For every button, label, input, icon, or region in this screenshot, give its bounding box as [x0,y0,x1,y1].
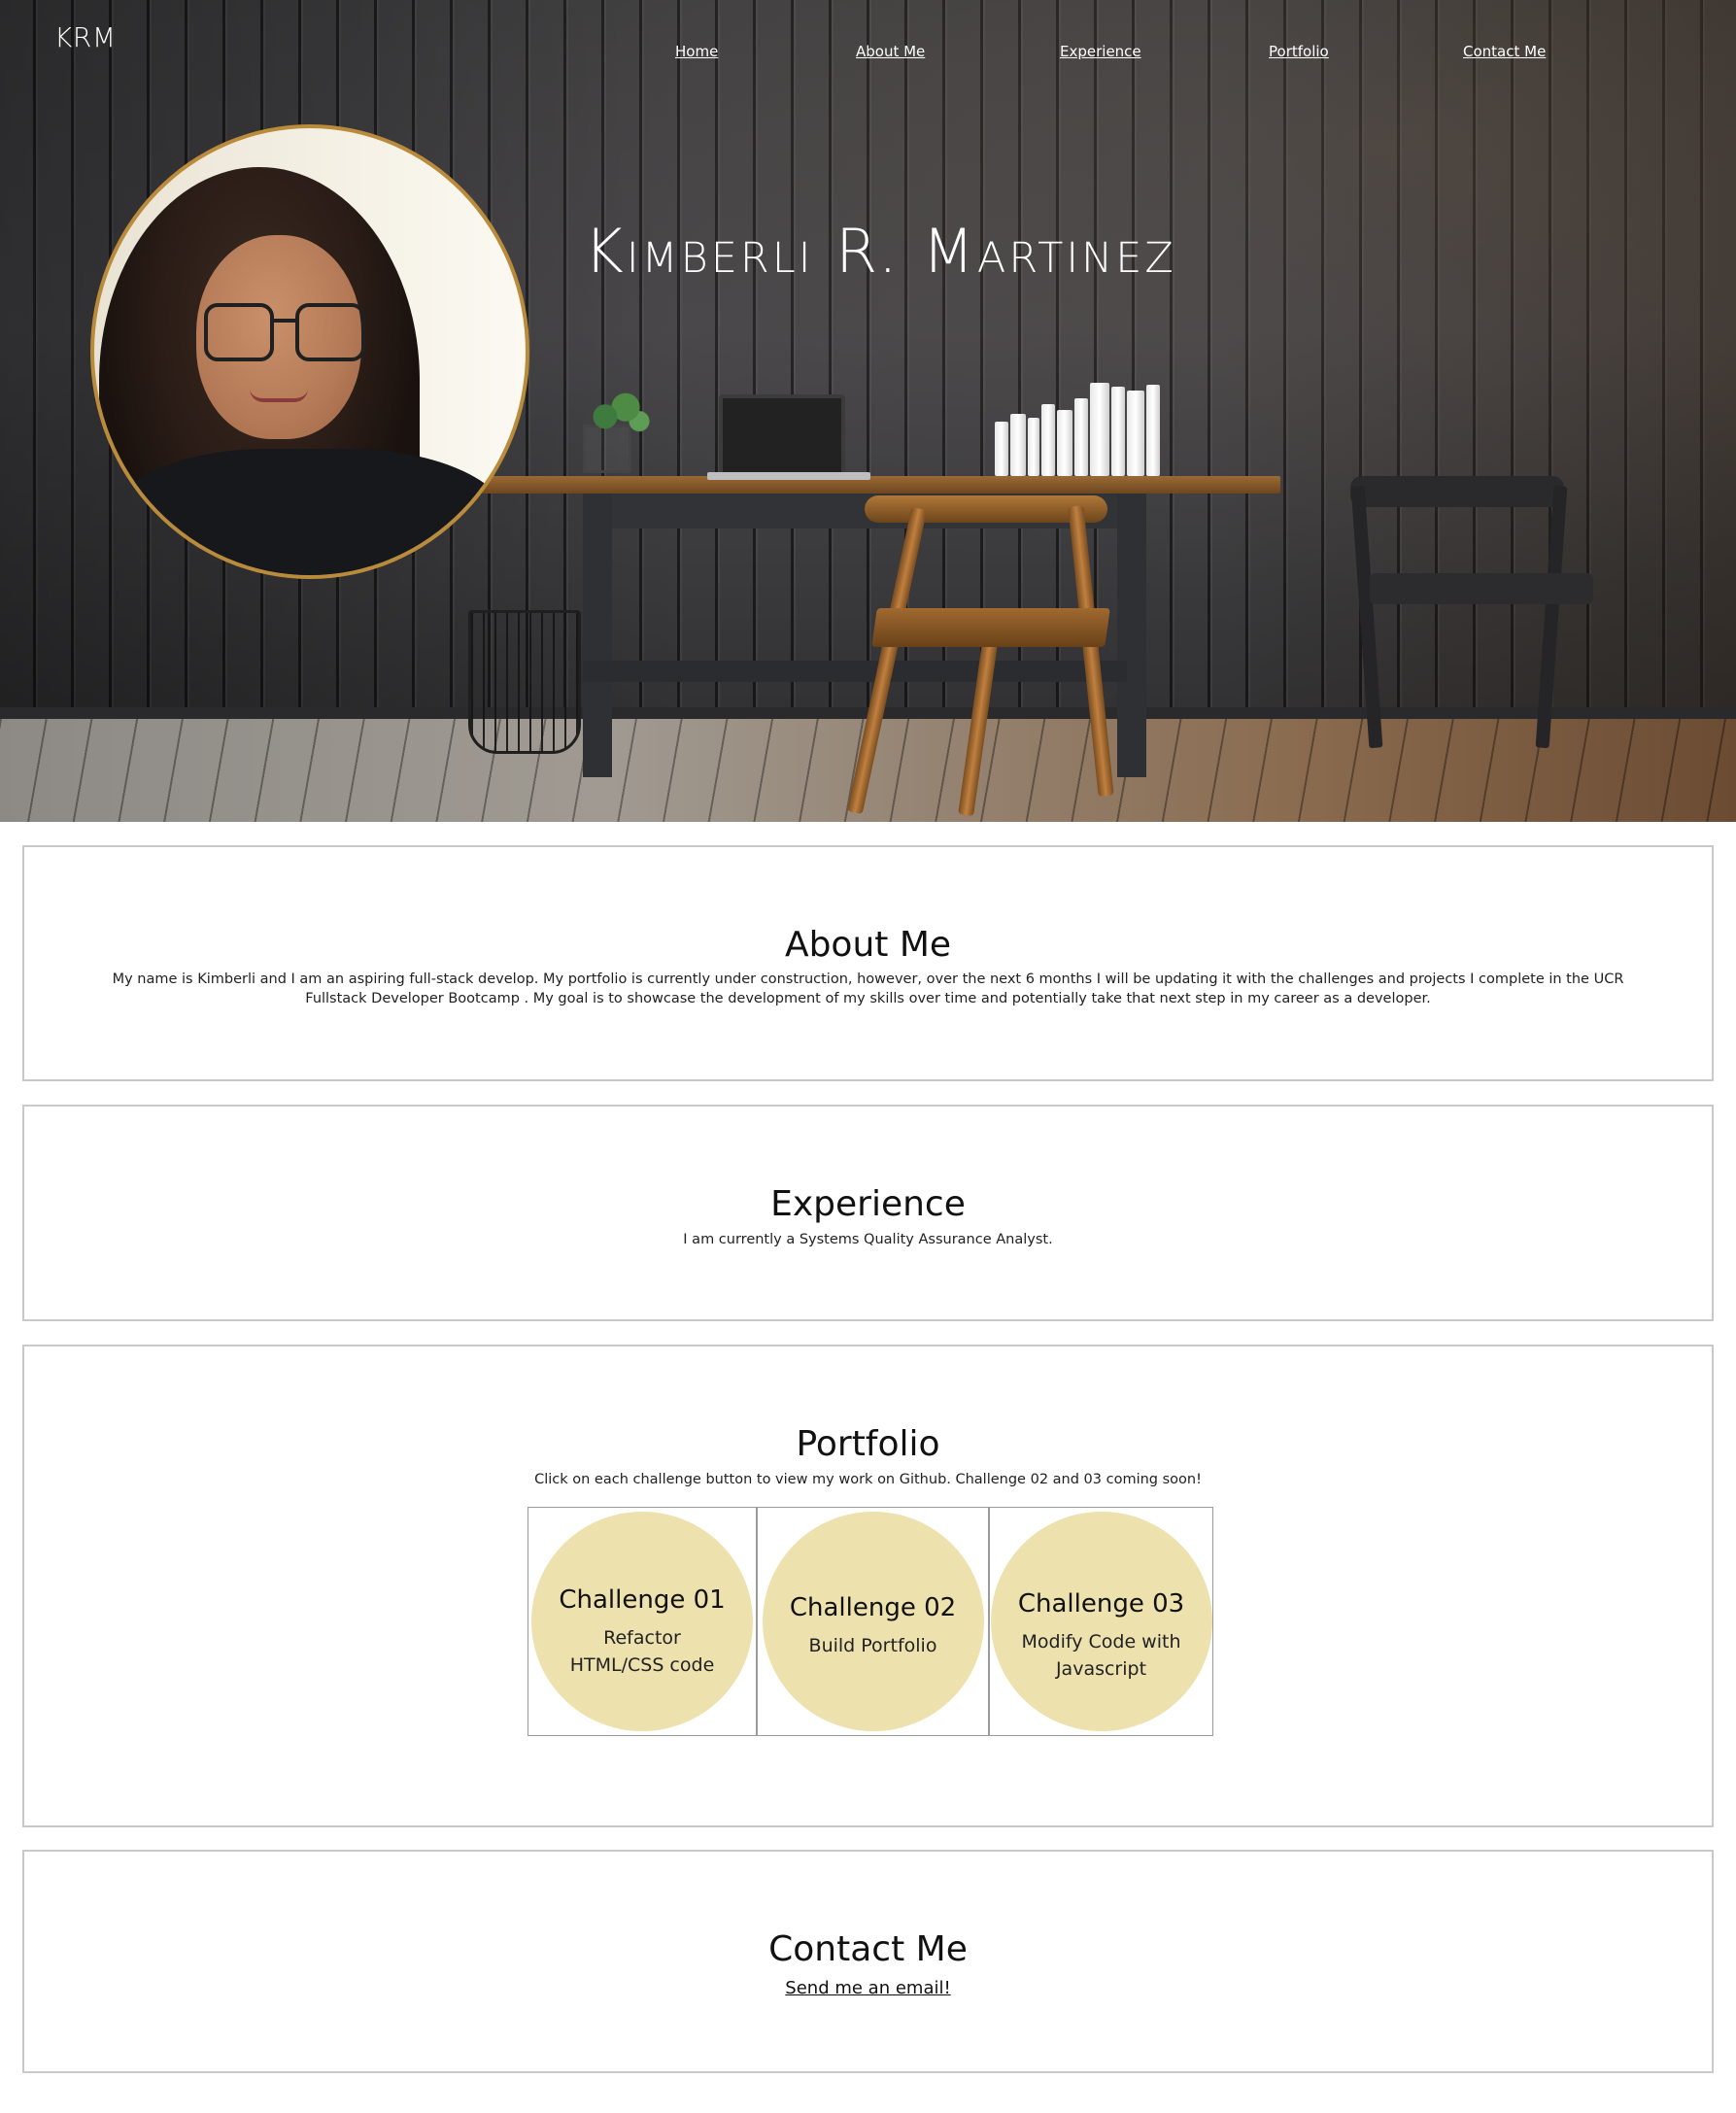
card-title: Challenge 02 [789,1593,957,1622]
nav-experience[interactable]: Experience [1060,43,1141,60]
card-description: Build Portfolio [808,1635,937,1656]
card-title: Challenge 03 [1017,1589,1185,1619]
dark-chair [1350,476,1564,507]
challenge-03-circle [990,1512,1212,1731]
experience-text: I am currently a Systems Quality Assuran… [683,1232,1053,1247]
email-link[interactable]: Send me an email! [24,1978,1712,1998]
challenge-cards: Challenge 01 Refactor HTML/CSS code Chal… [528,1507,1213,1736]
experience-title: Experience [770,1184,966,1224]
top-nav: Home About Me Experience Portfolio Conta… [0,43,1736,62]
avatar [90,124,529,579]
hero-banner: KRM Home About Me Experience Portfolio C… [0,0,1736,822]
challenge-02-button[interactable]: Challenge 02 Build Portfolio [757,1507,989,1736]
wastebasket [468,610,581,754]
experience-section: Experience I am currently a Systems Qual… [22,1105,1714,1321]
about-title: About Me [784,925,952,965]
portfolio-title: Portfolio [796,1424,940,1464]
desk [464,476,1280,494]
portfolio-section: Portfolio Click on each challenge button… [22,1345,1714,1827]
nav-contact-me[interactable]: Contact Me [1463,43,1546,60]
nav-about-me[interactable]: About Me [856,43,925,60]
card-title: Challenge 01 [559,1585,726,1615]
card-description: Refactor HTML/CSS code [569,1627,715,1676]
about-text: My name is Kimberli and I am an aspiring… [112,971,1624,1006]
contact-section: Contact Me Send me an email! [22,1850,1714,2073]
challenge-03-button[interactable]: Challenge 03 Modify Code with Javascript [989,1507,1213,1736]
portfolio-text: Click on each challenge button to view m… [534,1472,1202,1487]
card-description: Modify Code with Javascript [1021,1631,1181,1680]
challenge-01-button[interactable]: Challenge 01 Refactor HTML/CSS code [528,1507,757,1736]
challenge-01-circle [531,1512,753,1731]
nav-home[interactable]: Home [675,43,718,60]
about-section: About Me My name is Kimberli and I am an… [22,845,1714,1081]
nav-portfolio[interactable]: Portfolio [1269,43,1329,60]
laptop [719,394,845,478]
contact-title: Contact Me [768,1929,968,1969]
